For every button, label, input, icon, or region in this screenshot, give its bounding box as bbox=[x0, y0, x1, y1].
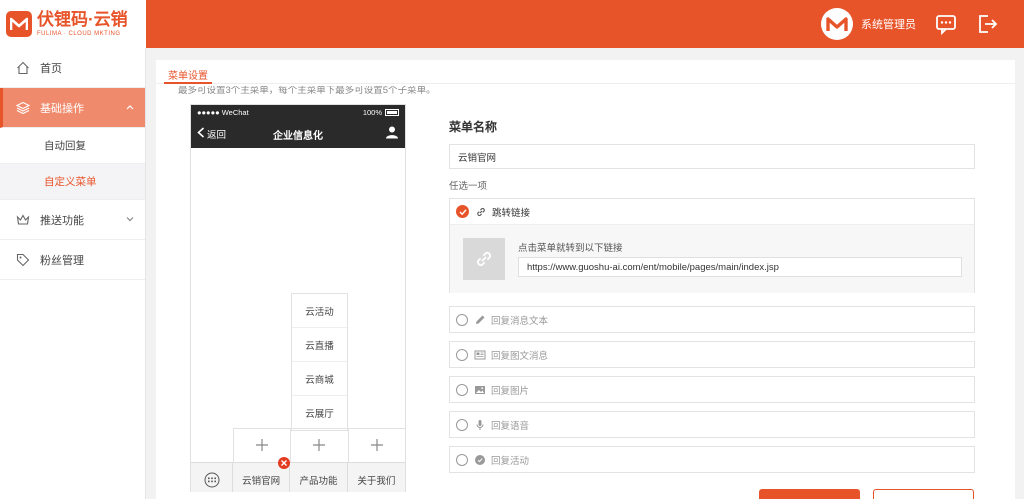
crown-icon bbox=[16, 213, 30, 227]
plus-icon bbox=[370, 438, 384, 455]
plus-icon bbox=[312, 438, 326, 455]
option-label: 回复图片 bbox=[491, 385, 530, 397]
menu-editor: 最多可设置3个主菜单，每个主菜单下最多可设置5个子菜单。 ●●●●● WeCha… bbox=[170, 86, 1005, 492]
layers-icon bbox=[16, 101, 30, 115]
username: 系统管理员 bbox=[861, 19, 916, 31]
main-panel: 菜单设置 最多可设置3个主菜单，每个主菜单下最多可设置5个子菜单。 ●●●●● … bbox=[156, 60, 1015, 499]
option-label: 回复语音 bbox=[491, 420, 530, 432]
menu-hint: 最多可设置3个主菜单，每个主菜单下最多可设置5个子菜单。 bbox=[178, 86, 436, 96]
link-thumbnail-icon bbox=[463, 238, 505, 280]
sidebar-item-label: 首页 bbox=[40, 62, 62, 75]
sidebar-subitem-custom-menu[interactable]: 自定义菜单 bbox=[0, 164, 145, 200]
message-icon[interactable] bbox=[935, 13, 957, 36]
logout-icon[interactable] bbox=[976, 13, 998, 35]
user-icon bbox=[385, 125, 399, 139]
sidebar: 首页 基础操作 自动回复 自定义菜单 推送功能 粉丝管理 bbox=[0, 48, 146, 499]
user-menu[interactable]: 系统管理员 bbox=[821, 8, 916, 40]
tab-bar: 菜单设置 bbox=[156, 60, 1015, 84]
menu-form: 菜单名称 任选一项 跳转链接 点击菜单就转到以下链接 bbox=[449, 118, 975, 473]
news-icon bbox=[474, 349, 486, 361]
sidebar-item-label: 粉丝管理 bbox=[40, 254, 84, 267]
phone-preview: ●●●●● WeChat 100% 返回 企业信息化 云活动 云直播 云商城 云… bbox=[190, 104, 406, 492]
phone-battery: 100% bbox=[362, 107, 382, 117]
logo-title: 伏锂码·云销 bbox=[37, 10, 128, 29]
option-news-reply[interactable]: 回复图文消息 bbox=[449, 341, 975, 368]
logo-subtitle: FULIMA · CLOUD MKTING bbox=[37, 31, 121, 37]
logo[interactable]: 伏锂码·云销 FULIMA · CLOUD MKTING bbox=[0, 0, 146, 48]
pencil-icon bbox=[474, 314, 486, 326]
sidebar-subitem-auto-reply[interactable]: 自动回复 bbox=[0, 128, 145, 164]
radio-button[interactable] bbox=[456, 348, 468, 361]
option-label: 回复图文消息 bbox=[491, 350, 549, 362]
chevron-down-icon bbox=[125, 214, 135, 224]
menu-name-input[interactable] bbox=[449, 144, 975, 169]
link-icon bbox=[475, 206, 487, 218]
radio-button[interactable] bbox=[456, 418, 468, 431]
sidebar-item-basic-ops[interactable]: 基础操作 bbox=[0, 88, 145, 128]
phone-menu-bar: 云销官网 产品功能 关于我们 bbox=[191, 462, 405, 492]
chevron-up-icon bbox=[125, 102, 135, 112]
delete-menu-icon[interactable] bbox=[278, 457, 290, 469]
option-label: 回复活动 bbox=[491, 455, 530, 467]
option-voice-reply[interactable]: 回复语音 bbox=[449, 411, 975, 438]
link-config: 点击菜单就转到以下链接 bbox=[450, 225, 974, 293]
main-menu-item[interactable]: 产品功能 bbox=[290, 463, 348, 492]
sidebar-item-home[interactable]: 首页 bbox=[0, 48, 145, 88]
add-submenu-button[interactable] bbox=[290, 429, 347, 463]
plus-icon bbox=[255, 438, 269, 455]
option-link-panel: 跳转链接 点击菜单就转到以下链接 bbox=[449, 198, 975, 293]
option-image-reply[interactable]: 回复图片 bbox=[449, 376, 975, 403]
sidebar-item-push[interactable]: 推送功能 bbox=[0, 200, 145, 240]
phone-nav-bar: 返回 企业信息化 bbox=[191, 119, 405, 148]
save-button[interactable] bbox=[759, 489, 860, 499]
radio-button[interactable] bbox=[456, 453, 468, 466]
main-menu-item[interactable]: 关于我们 bbox=[348, 463, 405, 492]
sidebar-item-label: 推送功能 bbox=[40, 214, 84, 227]
sidebar-subitem-label: 自动回复 bbox=[44, 140, 86, 152]
top-bar: 伏锂码·云销 FULIMA · CLOUD MKTING 系统管理员 bbox=[0, 0, 1024, 48]
submenu-item[interactable]: 云展厅 bbox=[292, 396, 347, 430]
tab-menu-settings[interactable]: 菜单设置 bbox=[164, 67, 212, 84]
option-label: 回复消息文本 bbox=[491, 315, 549, 327]
option-label: 跳转链接 bbox=[492, 207, 531, 219]
activity-icon bbox=[474, 454, 486, 466]
choose-label: 任选一项 bbox=[449, 181, 488, 192]
sidebar-item-fans[interactable]: 粉丝管理 bbox=[0, 240, 145, 280]
submenu-list: 云活动 云直播 云商城 云展厅 bbox=[291, 293, 348, 431]
radio-button[interactable] bbox=[456, 383, 468, 396]
radio-button[interactable] bbox=[456, 313, 468, 326]
option-activity-reply[interactable]: 回复活动 bbox=[449, 446, 975, 473]
tag-icon bbox=[16, 253, 30, 267]
add-submenu-button[interactable] bbox=[347, 429, 405, 463]
avatar bbox=[821, 8, 853, 40]
link-description: 点击菜单就转到以下链接 bbox=[518, 243, 623, 254]
image-icon bbox=[474, 384, 486, 396]
home-icon bbox=[16, 61, 30, 75]
keyboard-icon bbox=[191, 463, 233, 492]
battery-icon bbox=[385, 108, 399, 116]
phone-title: 企业信息化 bbox=[273, 131, 323, 142]
option-link[interactable]: 跳转链接 bbox=[450, 199, 974, 225]
phone-carrier: ●●●●● WeChat bbox=[197, 107, 249, 117]
submenu-item[interactable]: 云活动 bbox=[292, 294, 347, 328]
publish-button[interactable] bbox=[873, 489, 974, 499]
option-text-reply[interactable]: 回复消息文本 bbox=[449, 306, 975, 333]
add-submenu-row bbox=[233, 428, 405, 463]
logo-m-icon bbox=[6, 11, 32, 37]
submenu-item[interactable]: 云商城 bbox=[292, 362, 347, 396]
check-icon bbox=[456, 205, 469, 218]
sidebar-subitem-label: 自定义菜单 bbox=[44, 176, 97, 188]
link-url-input[interactable] bbox=[518, 257, 962, 277]
menu-name-label: 菜单名称 bbox=[449, 120, 498, 134]
submenu-item[interactable]: 云直播 bbox=[292, 328, 347, 362]
microphone-icon bbox=[474, 419, 486, 431]
phone-status-bar: ●●●●● WeChat 100% bbox=[191, 105, 405, 119]
sidebar-item-label: 基础操作 bbox=[40, 102, 84, 115]
